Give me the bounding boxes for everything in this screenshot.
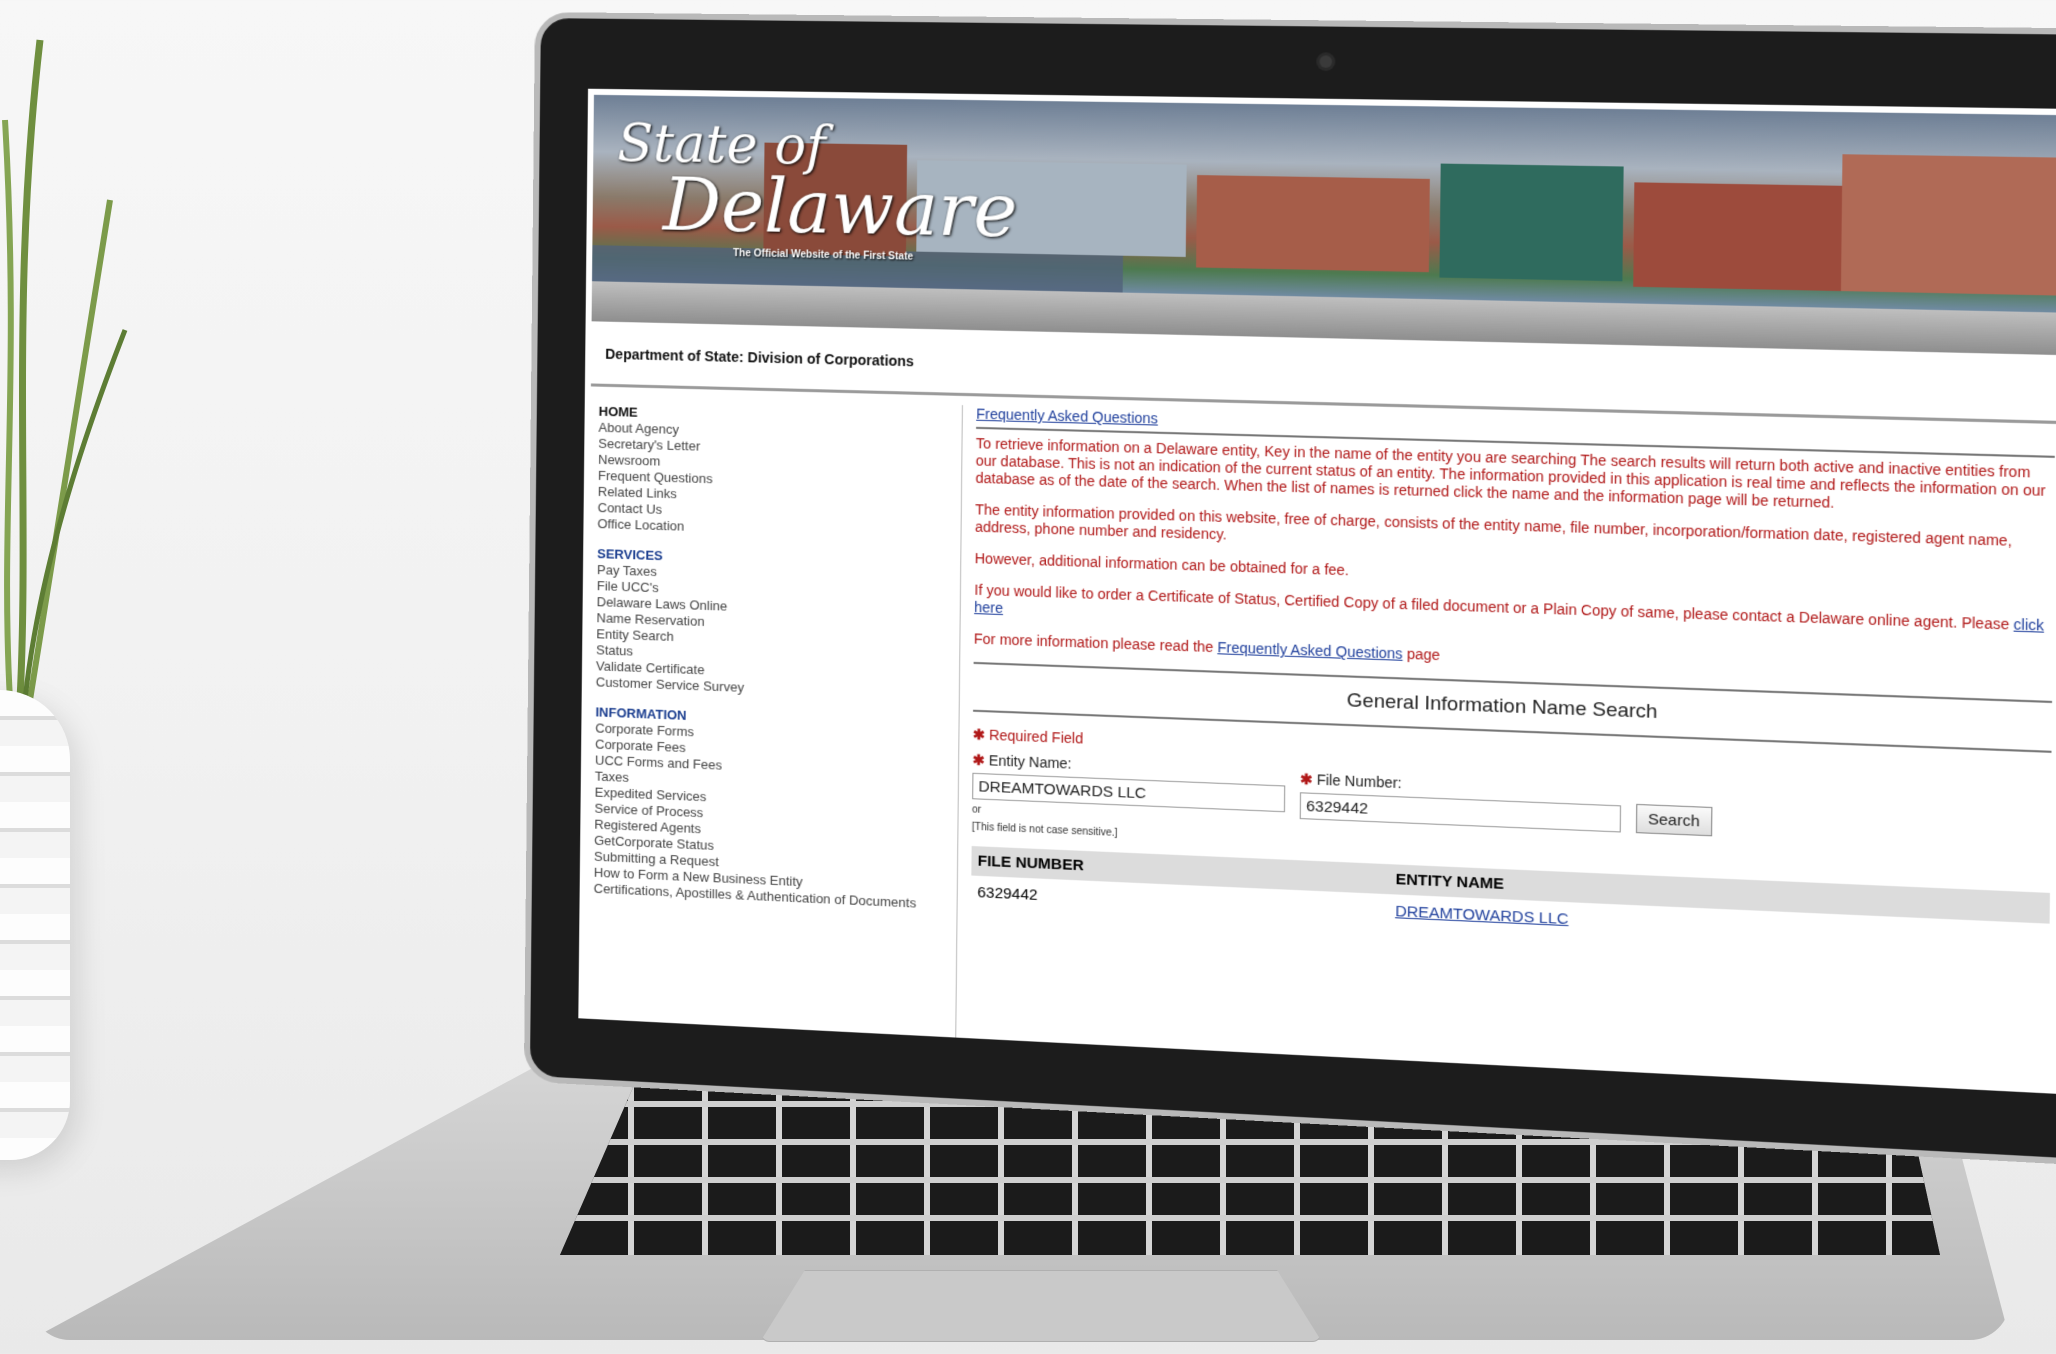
entity-name-group: ✱ Entity Name: or [This field is not cas… bbox=[972, 751, 1286, 849]
site-banner: State of Delaware The Official Website o… bbox=[591, 94, 2056, 356]
search-button[interactable]: Search bbox=[1635, 803, 1712, 837]
entity-required-icon: ✱ bbox=[972, 751, 985, 769]
main-content: Frequently Asked Questions To retrieve i… bbox=[971, 405, 2055, 958]
department-title: Department of State: Division of Corpora… bbox=[605, 345, 915, 370]
laptop-lid: State of Delaware The Official Website o… bbox=[523, 12, 2056, 1169]
faq-link-bottom[interactable]: Frequently Asked Questions bbox=[1217, 639, 1402, 662]
vase-decoration bbox=[0, 690, 70, 1160]
more-info-suffix: page bbox=[1402, 645, 1441, 664]
required-field-label: Required Field bbox=[988, 726, 1084, 747]
file-number-group: ✱ File Number: bbox=[1299, 770, 1622, 833]
entity-name-label-text: Entity Name: bbox=[988, 752, 1072, 772]
entity-name-link[interactable]: DREAMTOWARDS LLC bbox=[1395, 903, 1569, 928]
webcam-icon bbox=[1319, 55, 1333, 68]
left-nav: HOME About Agency Secretary's Letter New… bbox=[594, 400, 964, 914]
file-required-icon: ✱ bbox=[1300, 770, 1313, 788]
logo-delaware[interactable]: Delaware bbox=[663, 162, 1018, 253]
file-number-input[interactable] bbox=[1299, 792, 1622, 833]
trackpad bbox=[760, 1270, 1322, 1342]
file-number-label-text: File Number: bbox=[1316, 771, 1402, 792]
more-info-prefix: For more information please read the bbox=[973, 630, 1218, 656]
browser-page: State of Delaware The Official Website o… bbox=[578, 88, 2056, 1096]
required-asterisk-icon: ✱ bbox=[972, 725, 986, 743]
